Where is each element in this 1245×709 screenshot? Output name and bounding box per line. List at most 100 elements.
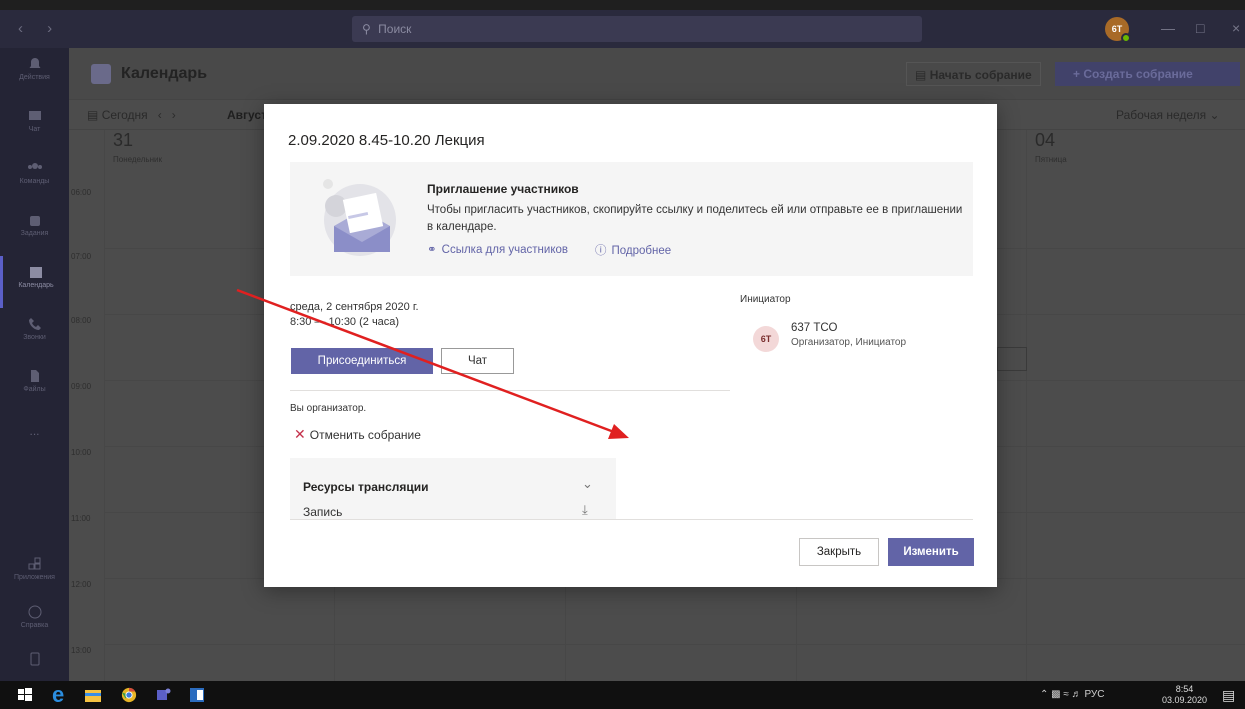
meeting-details-dialog: 2.09.2020 8.45-10.20 Лекция Приглашение … (264, 104, 997, 587)
rail-item-apps[interactable]: Приложения (0, 548, 69, 600)
avatar[interactable]: 6T (1105, 17, 1131, 43)
rail-label: Файлы (23, 386, 46, 393)
help-circle-icon: ⓘ (595, 245, 607, 257)
rail-item-device[interactable] (0, 643, 69, 677)
today-button[interactable]: ▤ Сегодня ‹ › (87, 108, 176, 122)
participant-link-label: Ссылка для участников (441, 244, 568, 256)
divider (290, 390, 730, 391)
day-number: 04 (1035, 130, 1056, 150)
prev-icon[interactable]: ‹ (158, 108, 162, 122)
rail-item-chat[interactable]: Чат (0, 100, 69, 152)
maximize-icon[interactable]: □ (1196, 20, 1204, 36)
help-icon (28, 605, 41, 619)
language-indicator[interactable]: РУС (1084, 689, 1104, 700)
create-meeting-button[interactable]: + Создать собрание (1055, 62, 1240, 86)
link-icon: ⚭ (427, 244, 437, 256)
page-title: Календарь (121, 65, 208, 82)
presence-icon (1121, 33, 1131, 43)
rail-item-teams[interactable]: Команды (0, 152, 69, 204)
day-name: Пятница (1035, 155, 1067, 164)
chrome-icon[interactable] (120, 687, 138, 703)
chevron-down-icon: ⌄ (1209, 108, 1220, 122)
teams-icon (27, 163, 42, 169)
rail-item-calendar[interactable]: Календарь (0, 256, 69, 308)
day-header: 31 Понедельник (113, 130, 162, 188)
cancel-meeting-button[interactable]: ✕ Отменить собрание (294, 426, 421, 443)
edit-button[interactable]: Изменить (888, 538, 974, 566)
next-icon[interactable]: › (172, 108, 176, 122)
calendar-icon (30, 267, 42, 278)
chat-button[interactable]: Чат (441, 348, 514, 374)
rail-item-activity[interactable]: Действия (0, 48, 69, 100)
history-nav[interactable]: ‹ › (18, 20, 62, 37)
time-label: 11:00 (71, 514, 91, 523)
organizer-note: Вы организатор. (290, 403, 367, 414)
meeting-date: среда, 2 сентября 2020 г. (290, 301, 419, 313)
initiator-name: 637 ТСО (791, 322, 838, 334)
rail-item-help[interactable]: Справка (0, 596, 69, 648)
start-meeting-button[interactable]: ▤ Начать собрание (906, 62, 1041, 86)
calendar-icon (91, 64, 111, 84)
search-icon: ⚲ (362, 22, 371, 36)
participant-link[interactable]: ⚭ Ссылка для участников (427, 242, 568, 256)
rail-item-files[interactable]: Файлы (0, 360, 69, 412)
initiator-label: Инициатор (740, 294, 791, 305)
divider (290, 519, 973, 520)
day-number: 31 (113, 130, 134, 150)
close-icon: ✕ (294, 426, 306, 442)
grid-line (104, 644, 1245, 645)
rail-label: Действия (19, 74, 50, 81)
resources-title: Ресурсы трансляции (303, 480, 429, 494)
rail-item-calls[interactable]: Звонки (0, 308, 69, 360)
close-window-icon[interactable]: × (1232, 20, 1240, 36)
video-icon: ▤ (915, 68, 927, 82)
broadcast-resources-panel[interactable]: Ресурсы трансляции ⌄ Запись ⤓ (290, 458, 616, 520)
device-icon (30, 652, 39, 666)
chevron-down-icon[interactable]: ⌄ (582, 476, 593, 492)
rail-item-assignments[interactable]: Задания (0, 204, 69, 256)
chat-icon (28, 111, 41, 120)
rail-label: Команды (19, 178, 50, 185)
search-placeholder: Поиск (378, 22, 412, 36)
rail-item-more[interactable]: ... (0, 412, 69, 464)
download-icon[interactable]: ⤓ (582, 502, 588, 518)
month-label[interactable]: Август (227, 108, 267, 122)
teams-app-icon[interactable] (153, 687, 171, 703)
learn-more-link[interactable]: ⓘ Подробнее (595, 242, 671, 258)
envelope-illustration (323, 179, 396, 256)
time-label: 07:00 (71, 252, 92, 261)
system-tray[interactable]: ⌃ ▩ ≈ ♬ РУС (1040, 689, 1104, 700)
word-icon[interactable] (188, 687, 206, 703)
meeting-time: 8:30 — 10:30 (2 часа) (290, 316, 400, 328)
rail-label: Задания (20, 230, 49, 237)
windows-start-icon[interactable] (16, 687, 34, 703)
search-input[interactable]: ⚲ Поиск (352, 16, 922, 42)
view-selector[interactable]: Рабочая неделя ⌄ (1116, 108, 1220, 122)
grid-line (104, 130, 105, 681)
minimize-icon[interactable]: — (1161, 20, 1175, 36)
clock[interactable]: 8:54 03.09.2020 (1162, 684, 1207, 706)
event-block[interactable] (997, 347, 1027, 371)
notification-icon[interactable]: ▤ (1222, 687, 1235, 704)
rail-label: Звонки (23, 334, 46, 341)
apps-icon (28, 557, 40, 570)
edge-browser-icon[interactable]: e (52, 682, 64, 708)
avatar-initials: 6T (1111, 24, 1123, 34)
file-explorer-icon[interactable] (84, 687, 102, 703)
time-label: 06:00 (71, 188, 92, 197)
taskbar: e ⌃ ▩ ≈ ♬ РУС 8:54 03.09.2020 ▤ (0, 681, 1245, 709)
files-icon (30, 370, 39, 382)
invite-title: Приглашение участников (427, 182, 579, 196)
time-label: 13:00 (71, 646, 92, 655)
rail-label: Справка (20, 622, 49, 629)
close-button[interactable]: Закрыть (799, 538, 879, 566)
cancel-meeting-label: Отменить собрание (309, 428, 421, 442)
time-label: 09:00 (71, 382, 92, 391)
calendar-header: Календарь ▤ Начать собрание + Создать со… (69, 48, 1245, 100)
join-button[interactable]: Присоединиться (291, 348, 433, 374)
rail-label: Чат (28, 126, 41, 133)
app-rail: Действия Чат Команды Задания Календарь З… (0, 48, 69, 681)
rail-label: Приложения (14, 574, 55, 581)
time-label: 08:00 (71, 316, 92, 325)
bell-icon (29, 58, 40, 68)
